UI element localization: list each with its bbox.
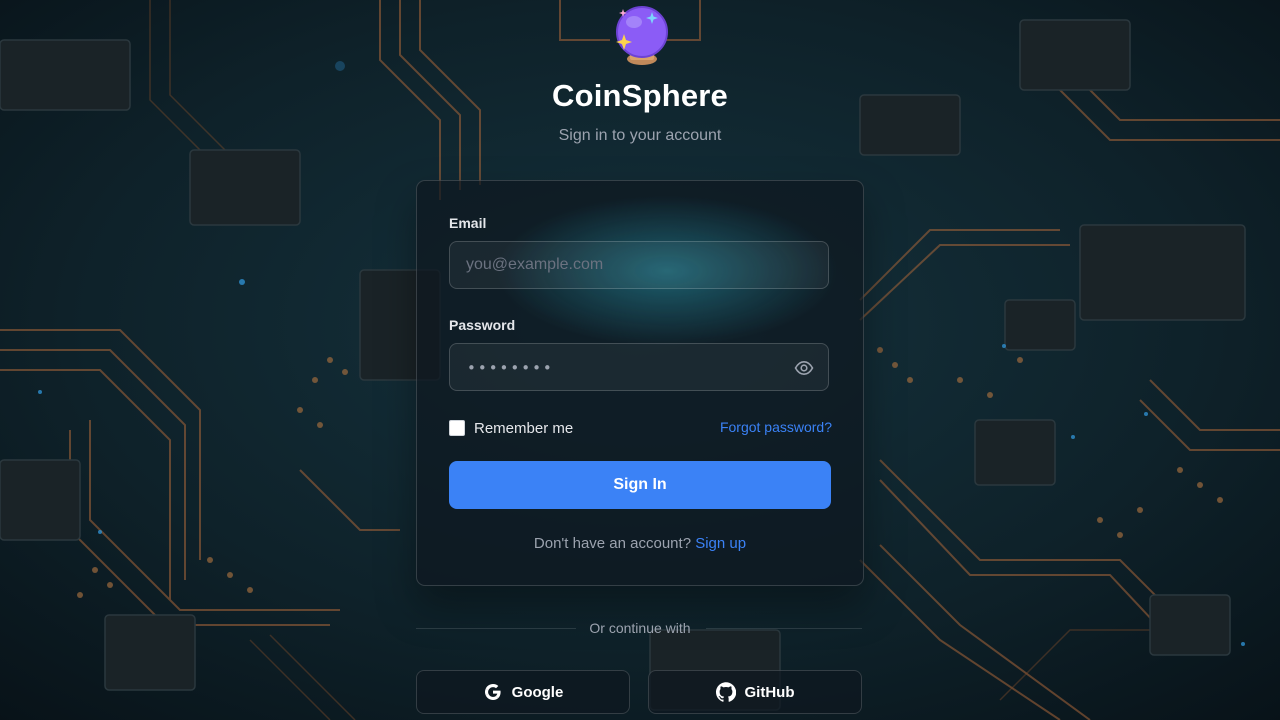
app-subtitle: Sign in to your account (558, 127, 722, 144)
password-label: Password (449, 317, 516, 333)
password-value: •••••••• (467, 359, 554, 377)
github-button[interactable]: GitHub (648, 670, 862, 714)
github-icon (715, 682, 736, 702)
app-title: CoinSphere (552, 78, 728, 113)
eye-icon[interactable] (794, 358, 814, 378)
remember-me[interactable]: Remember me (449, 419, 573, 437)
sign-in-button[interactable]: Sign In (449, 461, 831, 509)
remember-checkbox[interactable] (449, 420, 465, 436)
email-label: Email (449, 215, 487, 231)
google-icon (484, 684, 501, 700)
remember-label: Remember me (474, 419, 574, 437)
divider-text: Or continue with (589, 620, 691, 636)
google-label: Google (511, 683, 564, 701)
email-field-container (449, 241, 829, 289)
login-card: Email Password •••••••• Remember me Forg… (416, 180, 864, 586)
google-button[interactable]: Google (416, 670, 630, 714)
forgot-password-link[interactable]: Forgot password? (720, 419, 832, 435)
signup-row: Don't have an account? Sign up (417, 535, 863, 552)
email-field[interactable] (450, 242, 828, 288)
password-field[interactable]: •••••••• (449, 343, 829, 391)
github-label: GitHub (744, 683, 795, 701)
signup-prompt: Don't have an account? (533, 535, 692, 552)
sign-up-link[interactable]: Sign up (695, 535, 746, 552)
crystal-ball-icon (612, 4, 670, 68)
divider: Or continue with (0, 620, 1280, 636)
